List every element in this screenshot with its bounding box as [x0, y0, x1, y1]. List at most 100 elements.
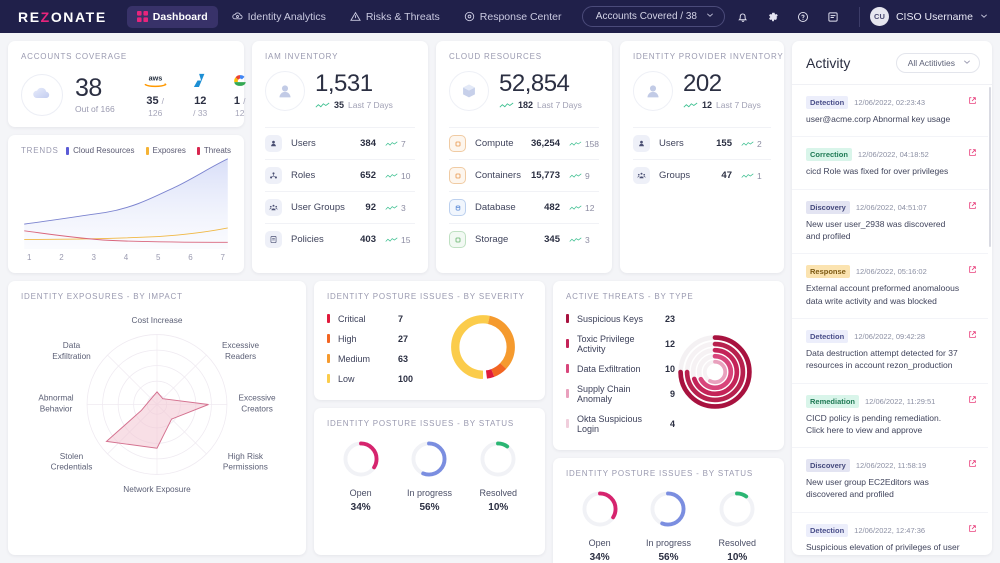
activity-timestamp: 12/06/2022, 12:47:36	[854, 525, 926, 535]
threat-label: Data Exfiltration	[577, 363, 641, 374]
activity-timestamp: 12/06/2022, 11:58:19	[855, 461, 927, 471]
user-menu[interactable]: CU CISO Username	[869, 7, 988, 26]
provider-azure-count: 12	[194, 95, 207, 107]
activity-filter-select[interactable]: All Actitivties	[895, 53, 980, 73]
external-link-icon[interactable]	[968, 330, 977, 342]
activity-scrollbar[interactable]	[988, 87, 991, 247]
severity-swatch	[327, 354, 330, 364]
idp-row-groups[interactable]: Groups 47 1	[633, 159, 771, 191]
cloud-row-value: 345	[544, 234, 560, 245]
activity-item[interactable]: Correction 12/06/2022, 04:18:52 cicd Rol…	[792, 137, 988, 190]
iam-row-change: 7	[385, 139, 415, 149]
activity-item[interactable]: Detection 12/06/2022, 12:47:36 Suspiciou…	[792, 513, 988, 555]
status-open[interactable]: Open 34%	[579, 488, 621, 563]
severity-row-critical[interactable]: Critical 7	[327, 309, 446, 329]
external-link-icon[interactable]	[968, 148, 977, 160]
external-link-icon[interactable]	[968, 201, 977, 213]
bell-icon[interactable]	[731, 5, 755, 29]
cloud-row-containers[interactable]: Containers 15,773 9	[449, 159, 599, 191]
activity-list[interactable]: Detection 12/06/2022, 02:23:43 user@acme…	[792, 85, 992, 555]
idp-row-users[interactable]: Users 155 2	[633, 127, 771, 159]
sparkline-icon	[741, 141, 754, 146]
status-in-progress[interactable]: In progress 56%	[407, 438, 452, 513]
external-link-icon[interactable]	[968, 395, 977, 407]
nav-item-dashboard[interactable]: Dashboard	[126, 5, 218, 28]
nav-item-risks-threats[interactable]: Risks & Threats	[340, 6, 450, 28]
status-in-progress[interactable]: In progress 56%	[646, 488, 691, 563]
severity-row-low[interactable]: Low 100	[327, 369, 446, 389]
posture-status-left-body: Open 34% In progress 56% Resolved 10%	[327, 438, 532, 513]
threat-row-toxic-privilege[interactable]: Toxic Privilege Activity 12	[566, 329, 675, 359]
activity-item[interactable]: Detection 12/06/2022, 02:23:43 user@acme…	[792, 85, 988, 138]
gear-icon[interactable]	[761, 5, 785, 29]
radar-label-stolen-credentials-2: Credentials	[51, 463, 93, 472]
activity-meta: Detection 12/06/2022, 09:42:28	[806, 329, 975, 343]
notes-icon[interactable]	[821, 5, 845, 29]
accounts-coverage-card: ACCOUNTS COVERAGE 38 Out of 166 aws 35 /…	[8, 41, 245, 127]
activity-text: External account preformed anomaloous da…	[806, 283, 960, 306]
radar-label-excessive-readers: Excessive	[222, 341, 260, 350]
severity-row-medium[interactable]: Medium 63	[327, 349, 446, 369]
status-open[interactable]: Open 34%	[340, 438, 382, 513]
iam-row-policies[interactable]: Policies 403 15	[265, 223, 415, 255]
cloud-row-storage[interactable]: Storage 345 3	[449, 223, 599, 255]
x-tick: 5	[156, 252, 161, 262]
nav-item-identity-analytics[interactable]: Identity Analytics	[222, 6, 336, 28]
external-link-icon[interactable]	[968, 96, 977, 108]
iam-inventory-total-group: 1,531 35 Last 7 Days	[315, 72, 393, 111]
status-percent: 10%	[727, 551, 748, 563]
provider-aws-value: 35 / 126	[141, 95, 170, 119]
app-logo[interactable]: REZONATE	[18, 9, 107, 25]
provider-gcp-value: 1 / 12	[231, 95, 249, 119]
accounts-covered-select[interactable]: Accounts Covered / 38	[581, 6, 725, 27]
external-link-icon[interactable]	[968, 265, 977, 277]
iam-row-roles[interactable]: Roles 652 10	[265, 159, 415, 191]
status-percent: 10%	[488, 501, 509, 513]
main-nav: Dashboard Identity Analytics Risks & Thr…	[126, 5, 572, 28]
warning-triangle-icon	[349, 11, 361, 22]
severity-row-high[interactable]: High 27	[327, 329, 446, 349]
sparkline-icon	[385, 205, 398, 210]
sparkline-icon	[385, 141, 398, 146]
external-link-icon[interactable]	[968, 524, 977, 536]
activity-item[interactable]: Detection 12/06/2022, 09:42:28 Data dest…	[792, 319, 988, 384]
idp-row-label: Users	[659, 138, 684, 149]
activity-meta: Detection 12/06/2022, 12:47:36	[806, 523, 975, 537]
activity-timestamp: 12/06/2022, 02:23:43	[854, 98, 926, 107]
threat-row-suspicious-keys[interactable]: Suspicious Keys 23	[566, 309, 675, 329]
external-link-icon[interactable]	[968, 459, 977, 471]
provider-gcp[interactable]: 1 / 12	[231, 71, 249, 119]
posture-status-right-body: Open 34% In progress 56% Resolved 10%	[566, 488, 771, 563]
threat-row-data-exfiltration[interactable]: Data Exfiltration 10	[566, 359, 675, 379]
activity-item[interactable]: Response 12/06/2022, 05:16:02 External a…	[792, 254, 988, 319]
iam-row-users[interactable]: Users 384 7	[265, 127, 415, 159]
activity-item[interactable]: Discovery 12/06/2022, 04:51:07 New user …	[792, 190, 988, 255]
iam-row-change: 3	[385, 203, 415, 213]
user-icon	[633, 135, 650, 152]
status-resolved[interactable]: Resolved 10%	[716, 488, 758, 563]
threat-row-supply-chain[interactable]: Supply Chain Anomaly 9	[566, 379, 675, 409]
provider-azure-total: / 33	[193, 108, 208, 118]
iam-row-user-groups[interactable]: User Groups 92 3	[265, 191, 415, 223]
sparkline-icon	[569, 141, 582, 146]
threat-swatch	[566, 314, 569, 324]
help-icon[interactable]	[791, 5, 815, 29]
activity-timestamp: 12/06/2022, 09:42:28	[854, 331, 926, 341]
cloud-row-database[interactable]: Database 482 12	[449, 191, 599, 223]
activity-timestamp: 12/06/2022, 11:29:51	[865, 396, 936, 406]
provider-azure[interactable]: 12 / 33	[192, 71, 209, 119]
provider-gcp-count: 1	[233, 95, 241, 107]
threat-swatch	[566, 419, 569, 429]
donut-chart	[451, 315, 515, 380]
legend-exposures: Exposres	[145, 146, 186, 155]
cloud-row-compute[interactable]: Compute 36,254 158	[449, 127, 599, 159]
trends-plot-area	[21, 155, 231, 251]
provider-aws[interactable]: aws 35 / 126	[141, 71, 170, 119]
activity-item[interactable]: Discovery 12/06/2022, 11:58:19 New user …	[792, 448, 988, 513]
cloud-row-change: 158	[569, 139, 599, 149]
activity-text: CICD policy is pending remediation. Clic…	[806, 412, 942, 435]
nav-item-response-center[interactable]: Response Center	[454, 6, 572, 28]
activity-item[interactable]: Remediation 12/06/2022, 11:29:51 CICD po…	[792, 384, 988, 449]
status-resolved[interactable]: Resolved 10%	[477, 438, 519, 513]
threat-row-okta-login[interactable]: Okta Suspicious Login 4	[566, 409, 675, 439]
